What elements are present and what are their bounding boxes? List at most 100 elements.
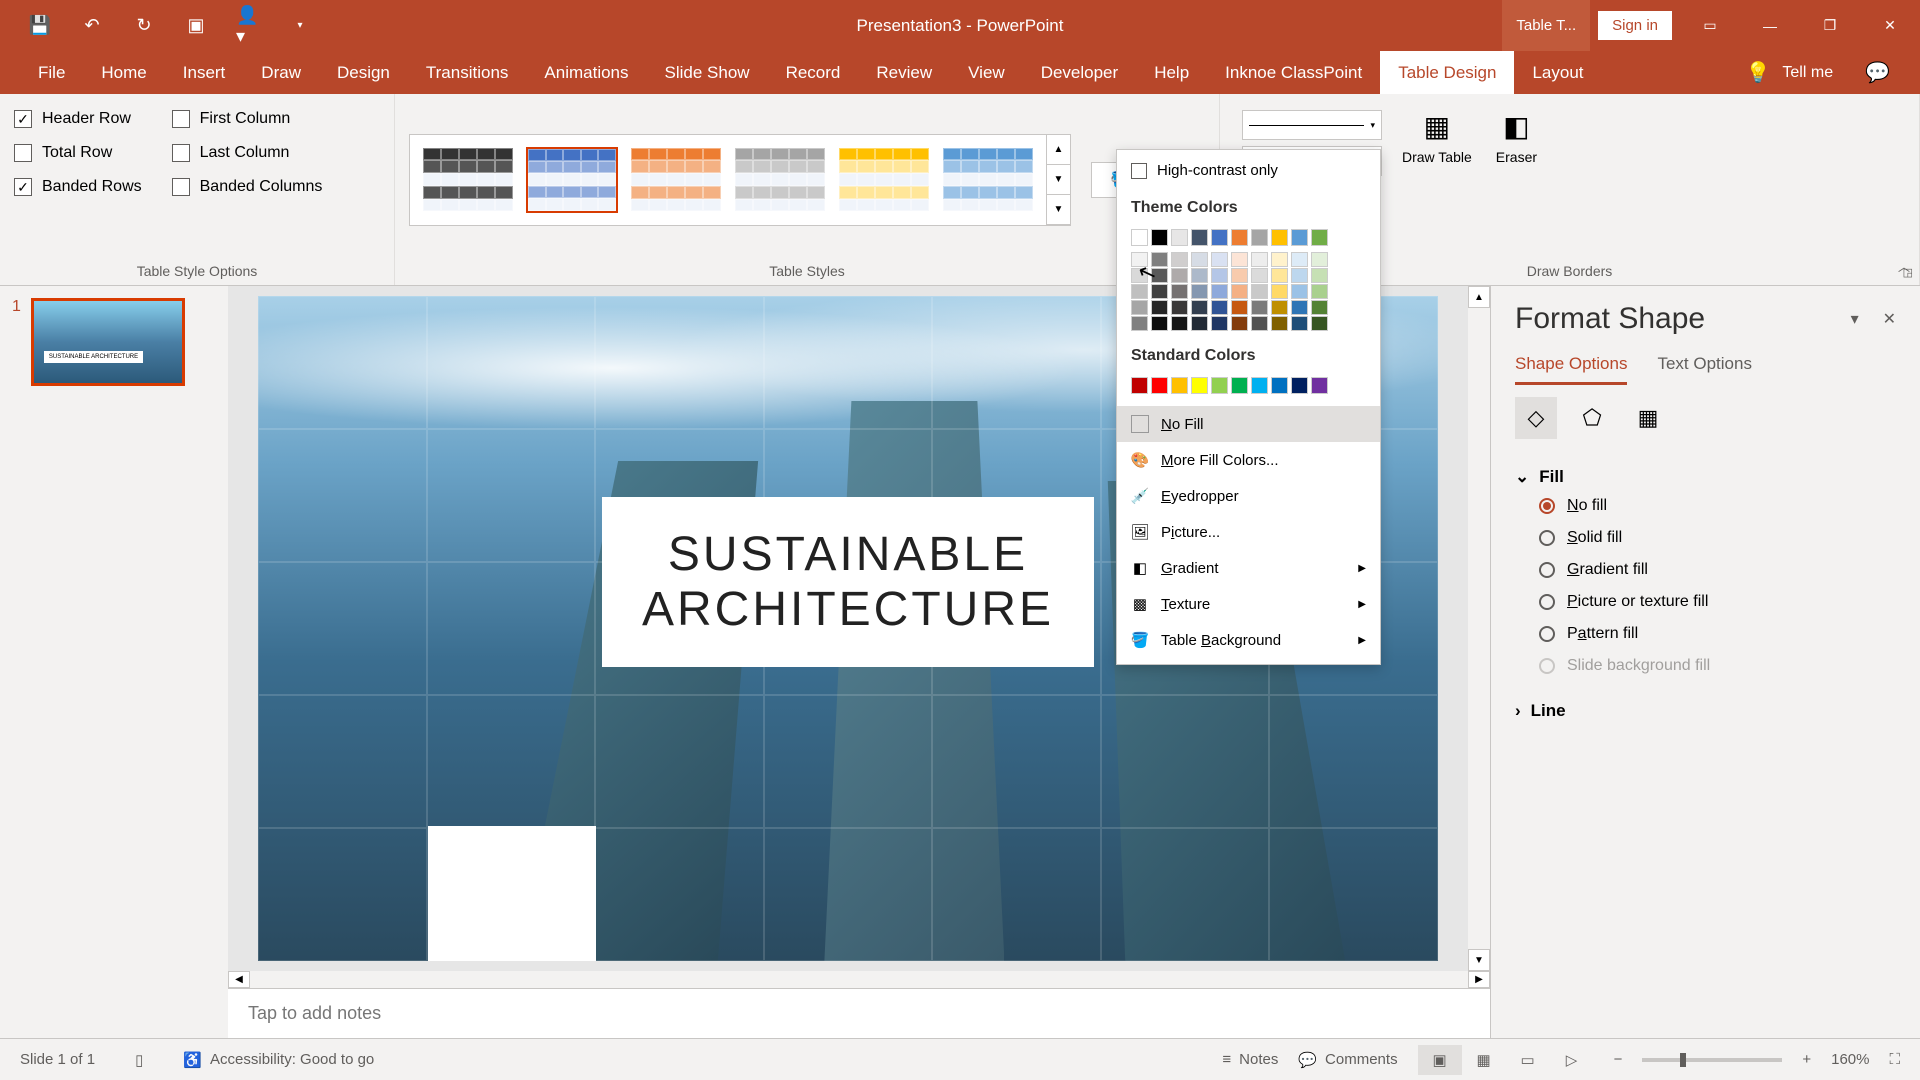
- color-swatch[interactable]: [1151, 284, 1168, 299]
- color-swatch[interactable]: [1291, 316, 1308, 331]
- language-indicator[interactable]: ▯: [135, 1051, 143, 1069]
- color-swatch[interactable]: [1171, 284, 1188, 299]
- qat-more-icon[interactable]: ▾: [288, 14, 312, 38]
- color-swatch[interactable]: [1211, 229, 1228, 246]
- table-style-2[interactable]: [526, 147, 618, 213]
- radio-pattern-fill[interactable]: Pattern fill: [1539, 625, 1896, 643]
- notes-pane[interactable]: Tap to add notes: [228, 988, 1490, 1038]
- tellme-icon[interactable]: 💡: [1746, 60, 1771, 85]
- color-swatch[interactable]: [1191, 300, 1208, 315]
- color-swatch[interactable]: [1251, 316, 1268, 331]
- sign-in-button[interactable]: Sign in: [1598, 11, 1672, 40]
- gradient-item[interactable]: ◧Gradient▶: [1117, 550, 1380, 586]
- tab-layout[interactable]: Layout: [1514, 51, 1601, 94]
- color-swatch[interactable]: [1191, 268, 1208, 283]
- color-swatch[interactable]: [1251, 268, 1268, 283]
- scroll-up-icon[interactable]: ▲: [1468, 286, 1490, 308]
- picture-item[interactable]: 🖼Picture...: [1117, 514, 1380, 550]
- gallery-down-icon[interactable]: ▼: [1047, 165, 1070, 195]
- fill-line-icon[interactable]: ◇: [1515, 397, 1557, 439]
- texture-item[interactable]: ▩Texture▶: [1117, 586, 1380, 622]
- color-swatch[interactable]: [1251, 284, 1268, 299]
- color-swatch[interactable]: [1191, 377, 1208, 394]
- tab-table-design[interactable]: Table Design: [1380, 51, 1514, 94]
- chk-total-row[interactable]: Total Row: [14, 136, 142, 170]
- color-swatch[interactable]: [1231, 377, 1248, 394]
- color-swatch[interactable]: [1311, 316, 1328, 331]
- color-swatch[interactable]: [1271, 268, 1288, 283]
- scroll-down-icon[interactable]: ▼: [1468, 949, 1490, 971]
- color-swatch[interactable]: [1311, 252, 1328, 267]
- effects-icon[interactable]: ⬠: [1571, 397, 1613, 439]
- color-swatch[interactable]: [1291, 252, 1308, 267]
- color-swatch[interactable]: [1191, 316, 1208, 331]
- color-swatch[interactable]: [1231, 284, 1248, 299]
- table-background-item[interactable]: 🪣Table Background▶: [1117, 622, 1380, 658]
- color-swatch[interactable]: [1131, 377, 1148, 394]
- color-swatch[interactable]: [1211, 284, 1228, 299]
- tab-classpoint[interactable]: Inknoe ClassPoint: [1207, 51, 1380, 94]
- touch-mode-icon[interactable]: 👤▾: [236, 14, 260, 38]
- tab-help[interactable]: Help: [1136, 51, 1207, 94]
- tab-shape-options[interactable]: Shape Options: [1515, 354, 1627, 385]
- color-swatch[interactable]: [1311, 268, 1328, 283]
- tab-transitions[interactable]: Transitions: [408, 51, 527, 94]
- radio-solid-fill[interactable]: Solid fill: [1539, 529, 1896, 547]
- color-swatch[interactable]: [1291, 284, 1308, 299]
- tab-insert[interactable]: Insert: [165, 51, 244, 94]
- table-style-5[interactable]: [838, 147, 930, 213]
- color-swatch[interactable]: [1191, 252, 1208, 267]
- color-swatch[interactable]: [1251, 252, 1268, 267]
- tab-draw[interactable]: Draw: [243, 51, 319, 94]
- tellme-label[interactable]: Tell me: [1782, 64, 1833, 82]
- accessibility-status[interactable]: ♿Accessibility: Good to go: [183, 1051, 374, 1069]
- tab-home[interactable]: Home: [83, 51, 164, 94]
- color-swatch[interactable]: [1291, 268, 1308, 283]
- tab-developer[interactable]: Developer: [1023, 51, 1137, 94]
- color-swatch[interactable]: [1211, 268, 1228, 283]
- radio-no-fill[interactable]: No fill: [1539, 497, 1896, 515]
- scroll-right-icon[interactable]: ▶: [1468, 971, 1490, 988]
- notes-button[interactable]: ≡Notes: [1222, 1051, 1278, 1068]
- minimize-icon[interactable]: —: [1740, 0, 1800, 51]
- slide-title-box[interactable]: SUSTAINABLE ARCHITECTURE: [602, 497, 1094, 667]
- fill-section-header[interactable]: ⌄Fill: [1515, 457, 1896, 497]
- color-swatch[interactable]: [1191, 229, 1208, 246]
- color-swatch[interactable]: [1271, 300, 1288, 315]
- color-swatch[interactable]: [1171, 300, 1188, 315]
- table-style-6[interactable]: [942, 147, 1034, 213]
- color-swatch[interactable]: [1171, 377, 1188, 394]
- color-swatch[interactable]: [1231, 229, 1248, 246]
- present-icon[interactable]: ▣: [184, 14, 208, 38]
- draw-table-button[interactable]: ▦Draw Table: [1390, 106, 1484, 169]
- chk-banded-rows[interactable]: ✓Banded Rows: [14, 170, 142, 204]
- chk-first-column[interactable]: First Column: [172, 102, 323, 136]
- color-swatch[interactable]: [1311, 377, 1328, 394]
- color-swatch[interactable]: [1311, 300, 1328, 315]
- redo-icon[interactable]: ↻: [132, 14, 156, 38]
- color-swatch[interactable]: [1131, 316, 1148, 331]
- color-swatch[interactable]: [1231, 252, 1248, 267]
- table-style-3[interactable]: [630, 147, 722, 213]
- chk-banded-columns[interactable]: Banded Columns: [172, 170, 323, 204]
- zoom-out-icon[interactable]: −: [1614, 1051, 1623, 1068]
- chk-header-row[interactable]: ✓Header Row: [14, 102, 142, 136]
- color-swatch[interactable]: [1151, 229, 1168, 246]
- panel-close-icon[interactable]: ✕: [1883, 309, 1896, 329]
- comments-button[interactable]: 💬Comments: [1298, 1051, 1397, 1069]
- slide-thumbnail-1[interactable]: 1 SUSTAINABLE ARCHITECTURE: [12, 298, 216, 386]
- zoom-slider[interactable]: [1642, 1058, 1782, 1062]
- color-swatch[interactable]: [1311, 229, 1328, 246]
- size-props-icon[interactable]: ▦: [1627, 397, 1669, 439]
- table-style-4[interactable]: [734, 147, 826, 213]
- color-swatch[interactable]: [1131, 300, 1148, 315]
- eraser-button[interactable]: ◧Eraser: [1484, 106, 1549, 169]
- no-fill-item[interactable]: No Fill: [1117, 406, 1380, 442]
- close-icon[interactable]: ✕: [1860, 0, 1920, 51]
- color-swatch[interactable]: [1171, 252, 1188, 267]
- gallery-more-icon[interactable]: ▼: [1047, 195, 1070, 225]
- table-style-1[interactable]: [422, 147, 514, 213]
- undo-icon[interactable]: ↶: [80, 14, 104, 38]
- tab-file[interactable]: File: [20, 51, 83, 94]
- color-swatch[interactable]: [1171, 229, 1188, 246]
